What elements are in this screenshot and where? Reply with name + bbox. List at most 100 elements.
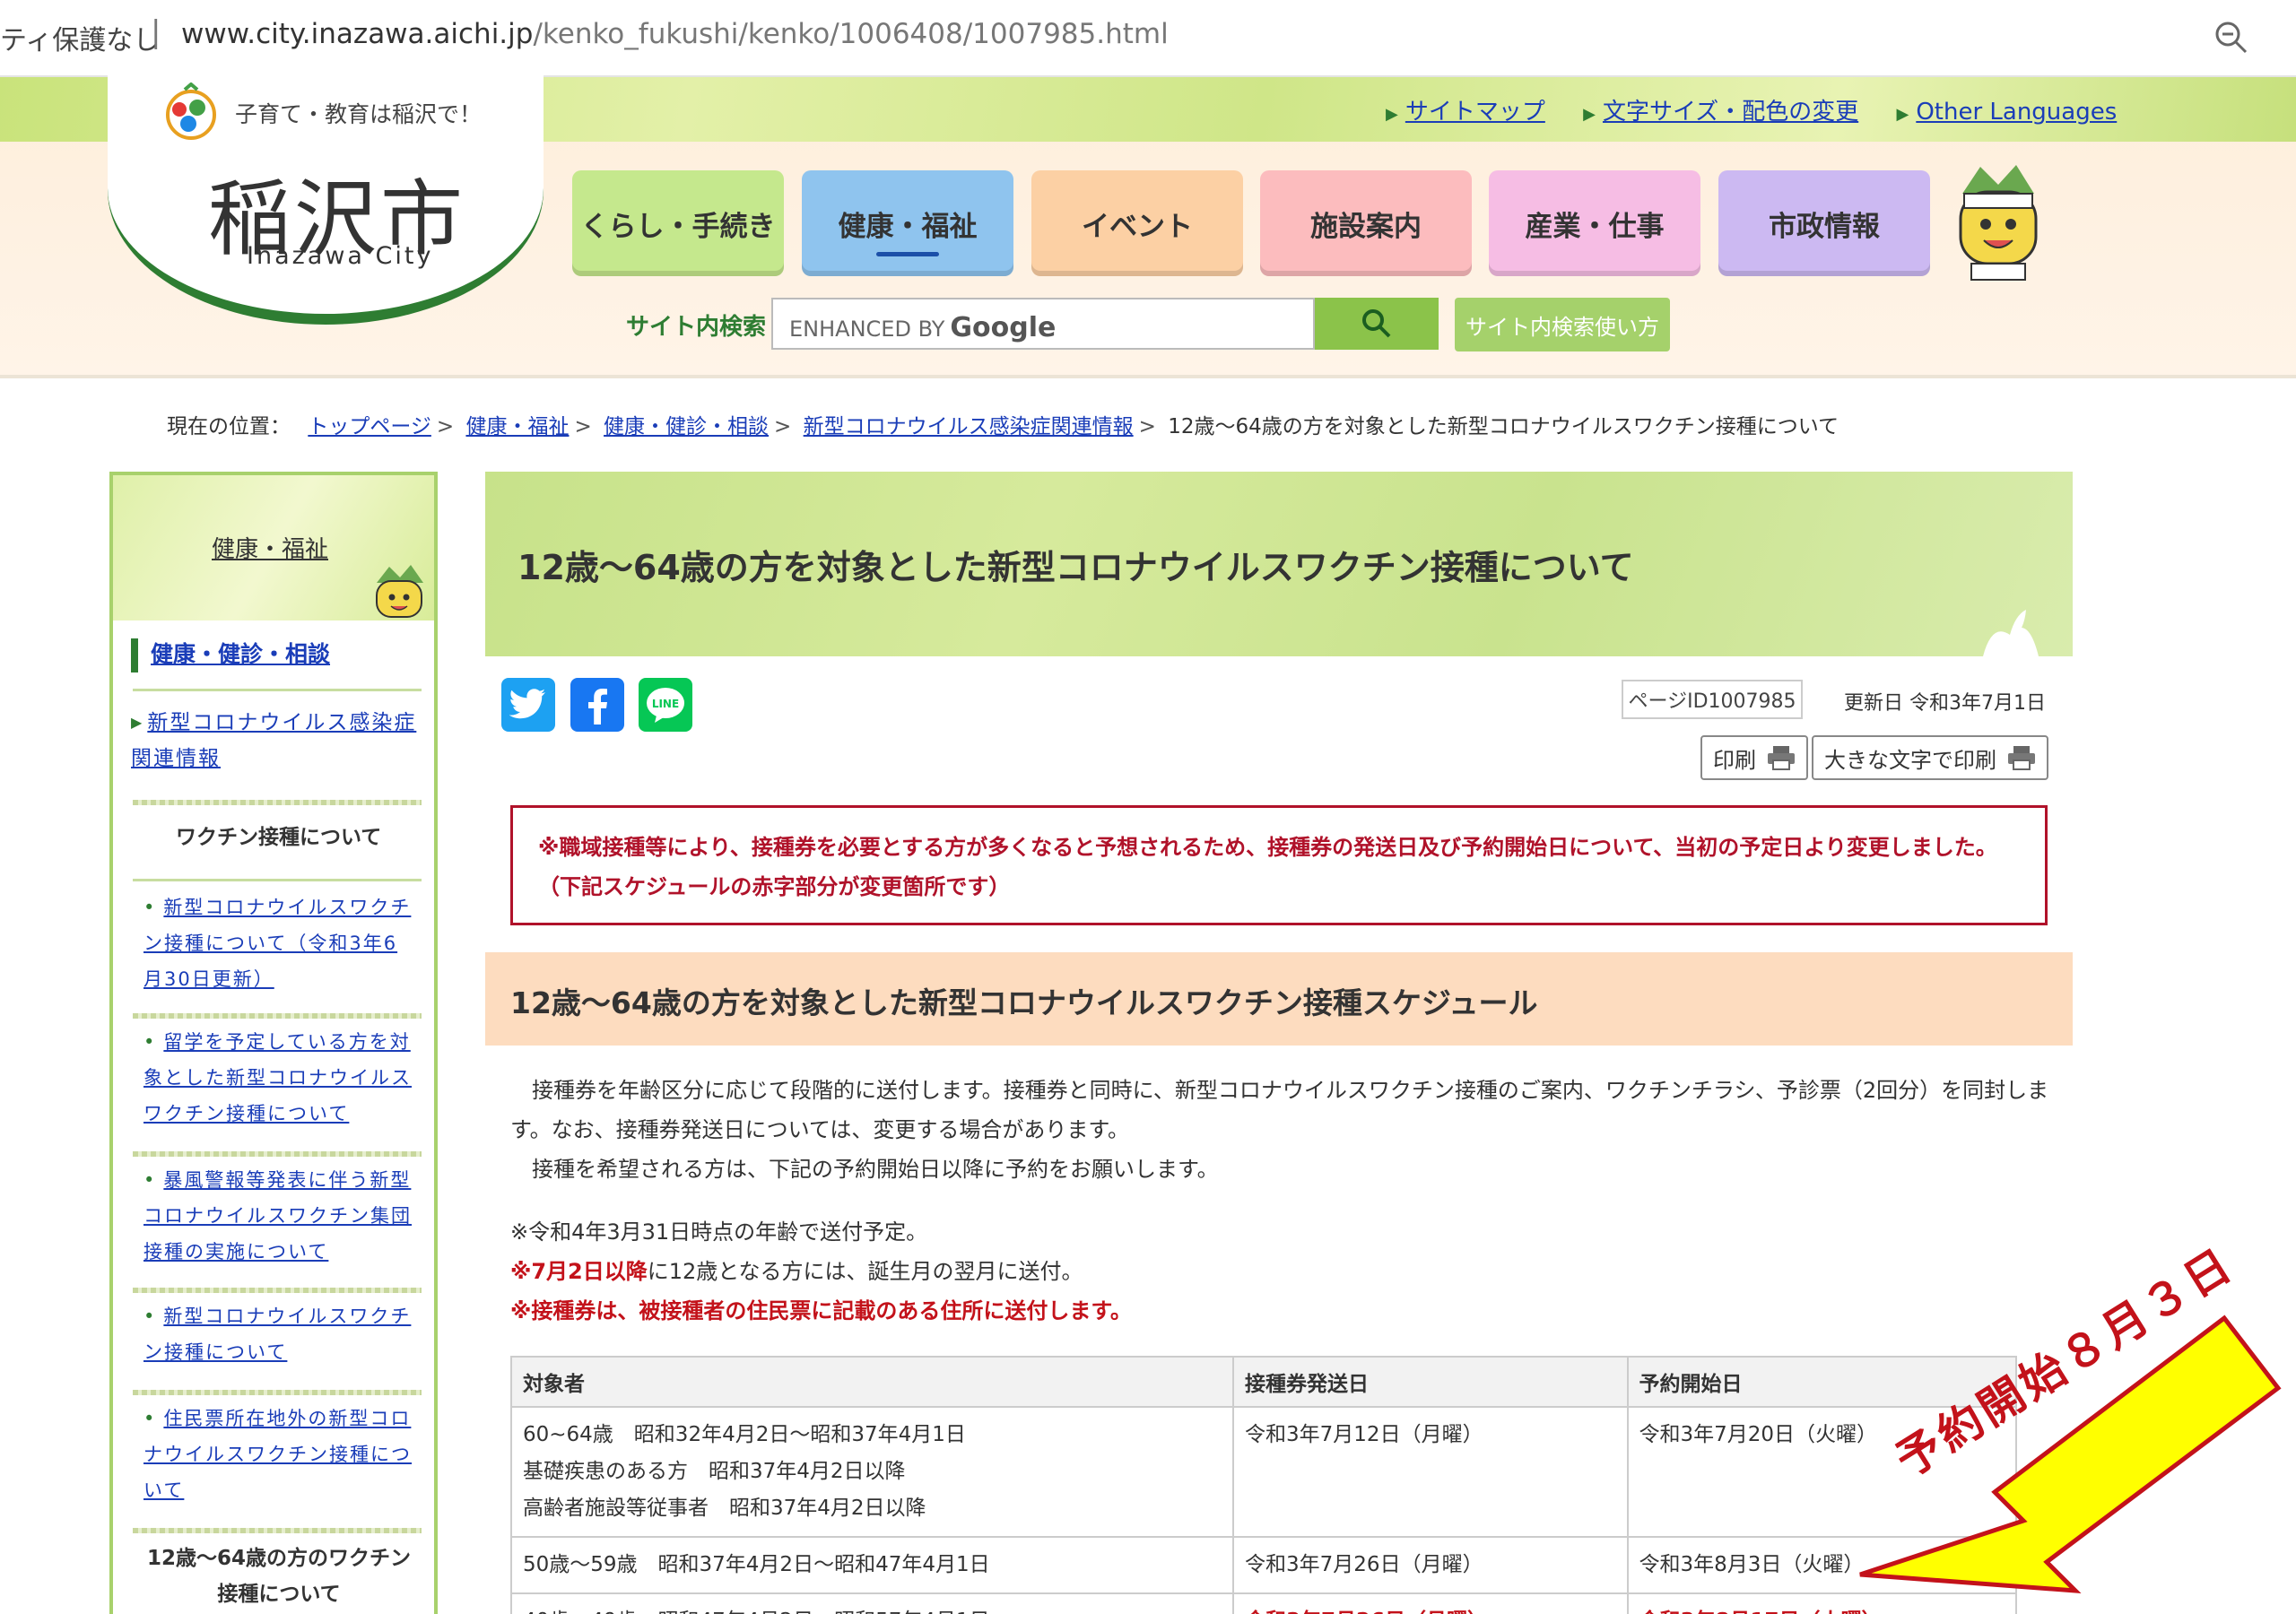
table-cell-target: 40歳～49歳 昭和47年4月2日～昭和57年4月1日 (509, 1592, 1235, 1614)
notes: ※令和4年3月31日時点の年齢で送付予定。 ※7月2日以降に12歳となる方には、… (510, 1212, 1132, 1331)
breadcrumb-link[interactable]: 健康・健診・相談 (604, 415, 769, 438)
zoom-out-icon[interactable] (2213, 20, 2249, 56)
sidebar-divider (133, 879, 422, 881)
address-separator: | (151, 14, 161, 50)
printer-icon (2008, 746, 2035, 770)
sidebar-item[interactable]: • 新型コロナウイルスワクチン接種について（令和3年6月30日更新） (144, 889, 413, 997)
breadcrumb-prefix: 現在の位置： (167, 415, 291, 438)
sidebar-item-link[interactable]: 留学を予定している方を対象とした新型コロナウイルスワクチン接種について (144, 1031, 412, 1124)
url-text[interactable]: www.city.inazawa.aichi.jp/kenko_fukushi/… (181, 18, 1169, 50)
updated-date: 更新日 令和3年7月1日 (1844, 692, 2046, 715)
nav-label: 産業・仕事 (1525, 210, 1665, 243)
sidebar: 健康・福祉 健康・健診・相談 ▶ 新型コロナウイルス感染症関連情報 ワクチン接種に… (109, 472, 438, 1614)
schedule-table: 対象者 接種券発送日 予約開始日 60~64歳 昭和32年4月2日～昭和37年4… (509, 1356, 2017, 1614)
mascot-icon (376, 565, 423, 618)
bullet-icon: • (144, 1169, 155, 1191)
nav-active-indicator (876, 252, 939, 256)
nav-city-info[interactable]: 市政情報 (1718, 170, 1930, 276)
table-cell-target: 50歳～59歳 昭和37年4月2日～昭和47年4月1日 (509, 1536, 1235, 1594)
table-header-row: 対象者 接種券発送日 予約開始日 (509, 1356, 2017, 1408)
breadcrumb-link[interactable]: 新型コロナウイルス感染症関連情報 (804, 415, 1134, 438)
nav-label: 市政情報 (1769, 210, 1880, 243)
table-header: 対象者 (509, 1356, 1235, 1408)
sidebar-item[interactable]: • 暴風警報等発表に伴う新型コロナウイルスワクチン集団接種の実施について (144, 1162, 413, 1270)
search-help-button[interactable]: サイト内検索使い方 (1455, 298, 1670, 351)
note-address: ※接種券は、被接種者の住民票に記載のある住所に送付します。 (510, 1298, 1132, 1323)
sidebar-item[interactable]: • 留学を予定している方を対象とした新型コロナウイルスワクチン接種について (144, 1024, 413, 1132)
nav-kenko-fukushi[interactable]: 健康・福祉 (802, 170, 1013, 276)
search-placeholder: ENHANCED BY Google (789, 312, 1057, 343)
page-id: ページID1007985 (1622, 680, 1803, 719)
site-search-label: サイト内検索 (626, 314, 767, 341)
triangle-bullet-icon: ▶ (1583, 105, 1596, 124)
nav-event[interactable]: イベント (1031, 170, 1243, 276)
line-share-button[interactable]: LINE (639, 678, 692, 732)
mascot-icon (1959, 165, 2038, 281)
section-marker (131, 638, 138, 672)
nav-kurashi[interactable]: くらし・手続き (572, 170, 784, 276)
page-title: 12歳～64歳の方を対象とした新型コロナウイルスワクチン接種について (517, 548, 1634, 587)
table-cell-send: 令和3年7月26日（月曜） (1232, 1592, 1629, 1614)
sidebar-section-link[interactable]: 健康・健診・相談 (151, 637, 434, 672)
print-button[interactable]: 印刷 (1700, 735, 1808, 780)
table-cell-target: 60~64歳 昭和32年4月2日～昭和37年4月1日 基礎疾患のある方 昭和37… (509, 1406, 1235, 1538)
schedule-heading: 12歳～64歳の方を対象とした新型コロナウイルスワクチン接種スケジュール (510, 985, 1538, 1020)
sidebar-parent-link[interactable]: 新型コロナウイルス感染症関連情報 (131, 711, 416, 770)
sidebar-divider (133, 689, 422, 691)
nav-industry[interactable]: 産業・仕事 (1489, 170, 1700, 276)
facebook-share-button[interactable] (570, 678, 624, 732)
breadcrumb-link[interactable]: トップページ (308, 415, 431, 438)
twitter-share-button[interactable] (501, 678, 555, 732)
logo-tagline: 子育て・教育は稲沢で！ (235, 101, 483, 127)
bullet-icon: • (144, 1306, 155, 1327)
other-languages-link[interactable]: Other Languages (1916, 99, 2117, 126)
schedule-heading-band: 12歳～64歳の方を対象とした新型コロナウイルスワクチン接種スケジュール (485, 952, 2073, 1046)
table-row: 50歳～59歳 昭和37年4月2日～昭和47年4月1日 令和3年7月26日（月曜… (509, 1536, 2017, 1594)
nav-label: 健康・福祉 (838, 210, 978, 243)
bullet-icon: • (144, 897, 155, 918)
url-domain: www.city.inazawa.aichi.jp (181, 18, 534, 50)
sidebar-header: 健康・福祉 (113, 475, 434, 620)
nav-facilities[interactable]: 施設案内 (1260, 170, 1472, 276)
utility-links: ▶ サイトマップ ▶ 文字サイズ・配色の変更 ▶ Other Languages (1386, 93, 2147, 126)
sidebar-parent-item[interactable]: ▶ 新型コロナウイルス感染症関連情報 (131, 705, 423, 777)
sidebar-item[interactable]: • 住民票所在地外の新型コロナウイルスワクチン接種について (144, 1401, 413, 1508)
intro-paragraph: 接種券を年齢区分に応じて段階的に送付します。接種券と同時に、新型コロナウイルスワ… (510, 1078, 2049, 1142)
logo-subtitle: Inazawa City (247, 242, 434, 270)
sidebar-item-link[interactable]: 住民票所在地外の新型コロナウイルスワクチン接種について (144, 1408, 412, 1501)
print-large-button[interactable]: 大きな文字で印刷 (1812, 735, 2048, 780)
triangle-bullet-icon: ▶ (1896, 105, 1909, 124)
table-row: 40歳～49歳 昭和47年4月2日～昭和57年4月1日 令和3年7月26日（月曜… (509, 1592, 2017, 1614)
note-birthday: ※7月2日以降に12歳となる方には、誕生月の翌月に送付。 (510, 1259, 1083, 1284)
table-cell-send: 令和3年7月26日（月曜） (1232, 1536, 1629, 1594)
sidebar-divider (133, 800, 422, 805)
sidebar-divider (133, 1390, 422, 1395)
sidebar-item-link[interactable]: 暴風警報等発表に伴う新型コロナウイルスワクチン集団接種の実施について (144, 1169, 412, 1263)
change-notice: ※職域接種等により、接種券を必要とする方が多くなると予想されるため、接種券の発送… (510, 805, 2048, 925)
sidebar-category-link[interactable]: 健康・福祉 (212, 531, 328, 564)
table-row: 60~64歳 昭和32年4月2日～昭和37年4月1日 基礎疾患のある方 昭和37… (509, 1406, 2017, 1538)
sidebar-item-link[interactable]: 新型コロナウイルスワクチン接種について（令和3年6月30日更新） (144, 897, 411, 990)
intro-text: 接種券を年齢区分に応じて段階的に送付します。接種券と同時に、新型コロナウイルスワ… (510, 1071, 2053, 1189)
security-status[interactable]: ティ保護なし (0, 18, 160, 57)
text-size-color-link[interactable]: 文字サイズ・配色の変更 (1603, 99, 1858, 126)
bullet-icon: • (144, 1408, 155, 1429)
leaf-icon (1983, 610, 2039, 656)
sidebar-current-item: 12歳～64歳の方のワクチン接種について (146, 1547, 411, 1606)
sitemap-link[interactable]: サイトマップ (1405, 99, 1545, 126)
sidebar-item[interactable]: • 新型コロナウイルスワクチン接種について (144, 1298, 413, 1370)
sidebar-item-link[interactable]: 新型コロナウイルスワクチン接種について (144, 1306, 411, 1363)
sidebar-divider (133, 1013, 422, 1019)
table-cell-send: 令和3年7月12日（月曜） (1232, 1406, 1629, 1538)
nav-label: くらし・手続き (580, 210, 776, 243)
site-search-input[interactable]: ENHANCED BY Google (771, 298, 1315, 350)
sidebar-divider (133, 1151, 422, 1157)
city-mascot-logo-icon (166, 82, 216, 140)
printer-icon (1768, 746, 1795, 770)
breadcrumb-link[interactable]: 健康・福祉 (465, 415, 569, 438)
line-label: LINE (651, 698, 680, 710)
nav-label: 施設案内 (1310, 210, 1422, 243)
search-button[interactable] (1315, 298, 1439, 350)
note-age-basis: ※令和4年3月31日時点の年齢で送付予定。 (510, 1219, 928, 1245)
print-label: 印刷 (1713, 747, 1756, 773)
